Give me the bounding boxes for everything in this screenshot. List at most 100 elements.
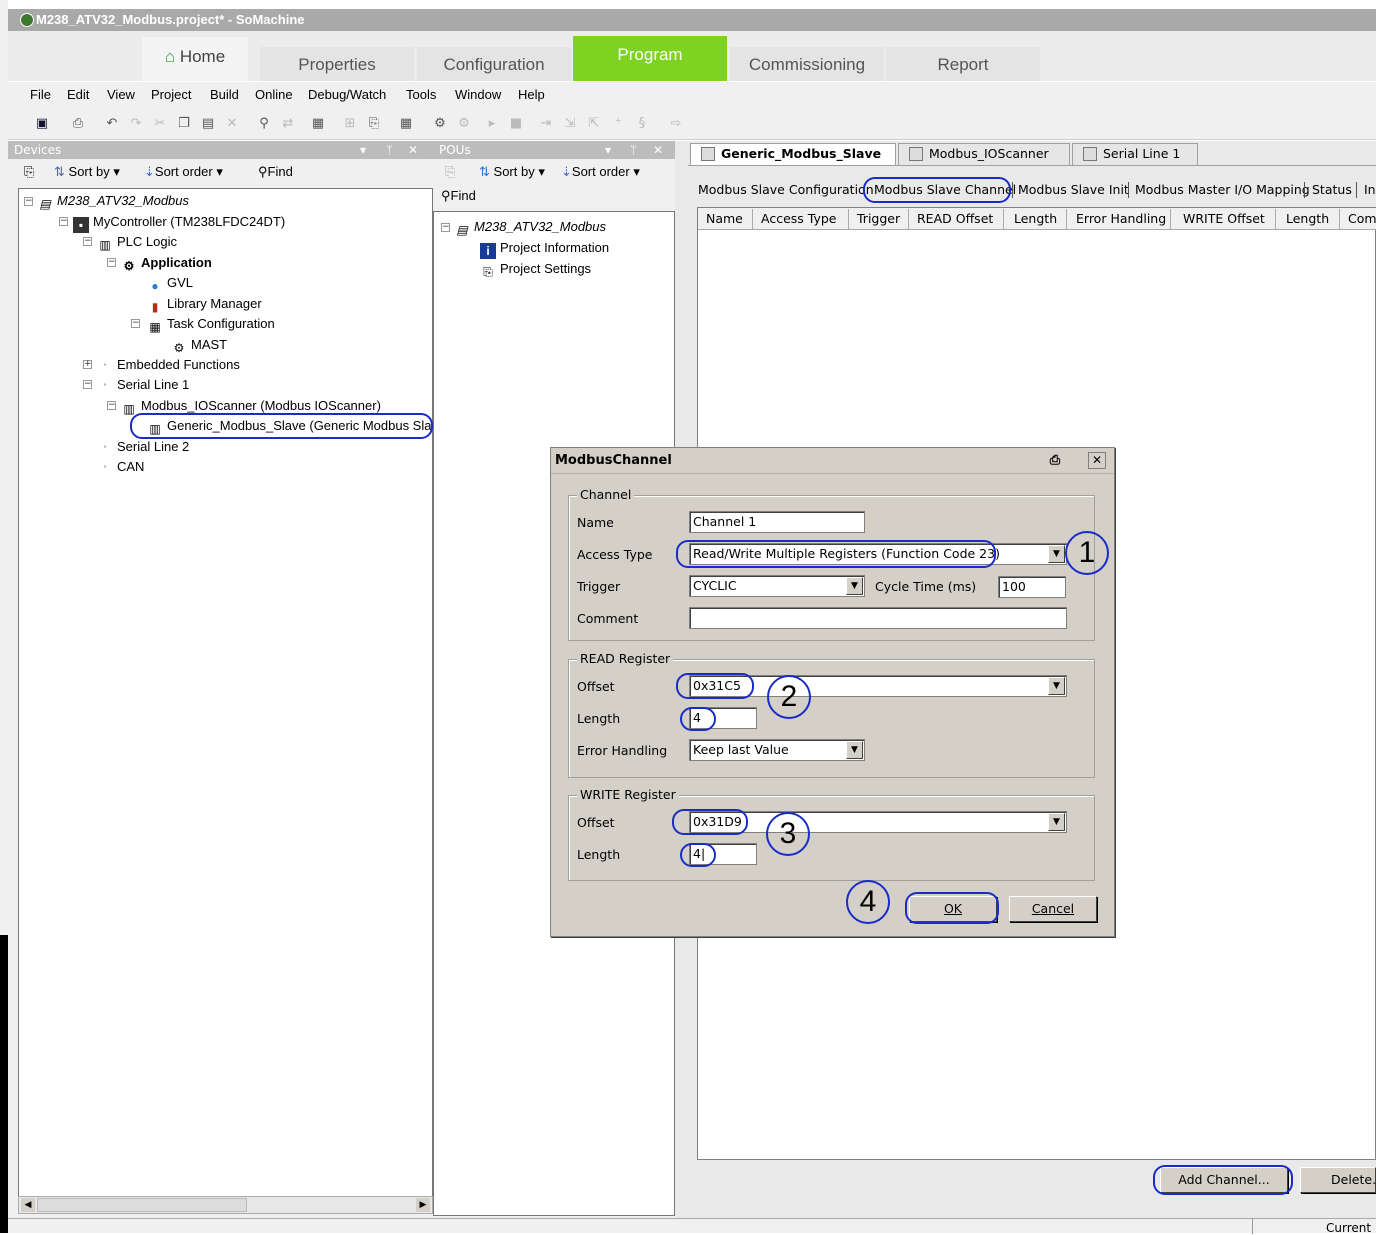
cycle-time-input[interactable]: 100: [998, 576, 1066, 598]
run-icon[interactable]: ▸: [484, 116, 500, 132]
collapse-icon[interactable]: −: [107, 258, 116, 267]
copy-icon[interactable]: ❐: [176, 116, 192, 132]
write-values-icon[interactable]: §: [634, 116, 650, 132]
tab-properties[interactable]: Properties: [260, 47, 414, 81]
collapse-icon[interactable]: −: [107, 401, 116, 410]
tab-report[interactable]: Report: [886, 47, 1040, 81]
scroll-left-icon[interactable]: ◀: [21, 1198, 35, 1212]
tab-commissioning[interactable]: Commissioning: [730, 47, 884, 81]
subtab-status[interactable]: Status: [1312, 180, 1352, 200]
chevron-down-icon[interactable]: ▼: [1048, 813, 1065, 831]
column-write-length[interactable]: Length: [1280, 209, 1340, 229]
menu-online[interactable]: Online: [255, 82, 293, 108]
collapse-icon[interactable]: −: [131, 319, 140, 328]
step-over-icon[interactable]: ⇥: [538, 116, 554, 132]
step-out-icon[interactable]: ⇱: [586, 116, 602, 132]
tree-node-controller[interactable]: ▪ MyController (TM238LFDC24DT): [73, 213, 285, 233]
name-input[interactable]: Channel 1: [689, 511, 865, 533]
collapse-icon[interactable]: −: [59, 217, 68, 226]
column-access-type[interactable]: Access Type: [755, 209, 849, 229]
replace-icon[interactable]: ⇄: [280, 116, 296, 132]
device-icon[interactable]: ▦: [310, 116, 326, 132]
sort-by-button[interactable]: ⇅ Sort by ▾: [54, 159, 120, 185]
column-name[interactable]: Name: [700, 209, 753, 229]
panel-menu-icon[interactable]: ▾: [605, 141, 611, 159]
arrow-icon[interactable]: ⇨: [668, 116, 684, 132]
column-read-offset[interactable]: READ Offset: [911, 209, 1004, 229]
sort-order-button[interactable]: ⇣Sort order ▾: [561, 159, 640, 185]
column-read-length[interactable]: Length: [1008, 209, 1067, 229]
print-icon[interactable]: ⎙: [1046, 452, 1064, 469]
cancel-button[interactable]: Cancel: [1009, 896, 1097, 922]
login-icon[interactable]: ⚙: [432, 116, 448, 132]
collapse-icon[interactable]: −: [441, 223, 450, 232]
menu-window[interactable]: Window: [455, 82, 501, 108]
step-into-icon[interactable]: ⇲: [562, 116, 578, 132]
menu-view[interactable]: View: [107, 82, 135, 108]
scroll-right-icon[interactable]: ▶: [416, 1198, 430, 1212]
menu-file[interactable]: File: [30, 82, 51, 108]
comment-input[interactable]: [689, 607, 1067, 629]
sort-by-button[interactable]: ⇅ Sort by ▾: [479, 159, 545, 185]
pin-icon[interactable]: ᛘ: [386, 141, 393, 159]
collapse-icon[interactable]: −: [83, 380, 92, 389]
column-comment[interactable]: Comm: [1342, 209, 1376, 229]
collapse-icon[interactable]: −: [24, 197, 33, 206]
panel-menu-icon[interactable]: ▾: [360, 141, 366, 159]
paste-icon[interactable]: ▤: [200, 116, 216, 132]
tree-node-library-manager[interactable]: ▮ Library Manager: [147, 295, 262, 315]
tab-program[interactable]: Program: [573, 36, 727, 81]
find-icon[interactable]: ⚲: [256, 116, 272, 132]
subtab-slave-init[interactable]: Modbus Slave Init: [1018, 180, 1129, 200]
menu-tools[interactable]: Tools: [406, 82, 436, 108]
redo-icon[interactable]: ↷: [128, 116, 144, 132]
new-icon[interactable]: ⎘: [366, 116, 382, 132]
pou-node-project-information[interactable]: i Project Information: [480, 239, 609, 259]
cut-icon[interactable]: ✂: [152, 116, 168, 132]
find-button[interactable]: ⚲Find: [441, 185, 476, 207]
column-error-handling[interactable]: Error Handling: [1070, 209, 1171, 229]
find-button[interactable]: ⚲Find: [258, 159, 293, 185]
menu-project[interactable]: Project: [151, 82, 191, 108]
undo-icon[interactable]: ↶: [104, 116, 120, 132]
column-trigger[interactable]: Trigger: [851, 209, 909, 229]
pin-icon[interactable]: ᛘ: [630, 141, 637, 159]
chevron-down-icon[interactable]: ▼: [846, 577, 863, 595]
add-pou-icon[interactable]: ⎘: [445, 159, 455, 185]
calculator-icon[interactable]: ▦: [398, 116, 414, 132]
tree-node-task-configuration[interactable]: ▦ Task Configuration: [147, 315, 274, 335]
scroll-thumb[interactable]: [37, 1198, 247, 1212]
tree-node-project[interactable]: ▤ M238_ATV32_Modbus: [37, 192, 189, 212]
menu-edit[interactable]: Edit: [67, 82, 89, 108]
close-icon[interactable]: ✕: [653, 141, 663, 159]
pou-node-project-settings[interactable]: ⎘ Project Settings: [480, 260, 591, 280]
stop-icon[interactable]: ■: [508, 116, 524, 132]
logout-icon[interactable]: ⚙: [456, 116, 472, 132]
tree-node-serial-line-2[interactable]: ʾ Serial Line 2: [97, 438, 189, 458]
menu-debug-watch[interactable]: Debug/Watch: [308, 82, 386, 108]
expand-icon[interactable]: +: [83, 360, 92, 369]
trigger-select[interactable]: CYCLIC ▼: [689, 575, 865, 597]
tree-node-gvl[interactable]: ● GVL: [147, 274, 193, 294]
menu-build[interactable]: Build: [210, 82, 239, 108]
error-handling-select[interactable]: Keep last Value ▼: [689, 739, 865, 761]
pou-node-project[interactable]: ▤ M238_ATV32_Modbus: [454, 218, 606, 238]
subtab-slave-configuration[interactable]: Modbus Slave Configuration: [698, 180, 874, 200]
tab-home[interactable]: ⌂ Home: [142, 37, 248, 81]
tree-node-application[interactable]: ⚙ Application: [121, 254, 212, 274]
doc-tab-modbus-ioscanner[interactable]: Modbus_IOScanner: [898, 143, 1070, 165]
tree-node-mast[interactable]: ⚙ MAST: [171, 336, 228, 356]
tree-node-can[interactable]: ʾ CAN: [97, 458, 144, 478]
chevron-down-icon[interactable]: ▼: [846, 741, 863, 759]
doc-tab-serial-line-1[interactable]: Serial Line 1: [1072, 143, 1198, 165]
close-icon[interactable]: ✕: [1088, 452, 1106, 469]
delete-button[interactable]: Delete...: [1300, 1167, 1376, 1193]
sort-order-button[interactable]: ⇣Sort order ▾: [144, 159, 223, 185]
tree-node-serial-line-1[interactable]: ʾ Serial Line 1: [97, 376, 189, 396]
add-object-icon[interactable]: ⊞: [342, 116, 358, 132]
doc-tab-generic-modbus-slave[interactable]: Generic_Modbus_Slave: [690, 143, 896, 165]
collapse-icon[interactable]: −: [83, 237, 92, 246]
print-icon[interactable]: ⎙: [70, 116, 86, 132]
tree-node-plc-logic[interactable]: ▥ PLC Logic: [97, 233, 177, 253]
tree-node-embedded-functions[interactable]: ʾ Embedded Functions: [97, 356, 240, 376]
